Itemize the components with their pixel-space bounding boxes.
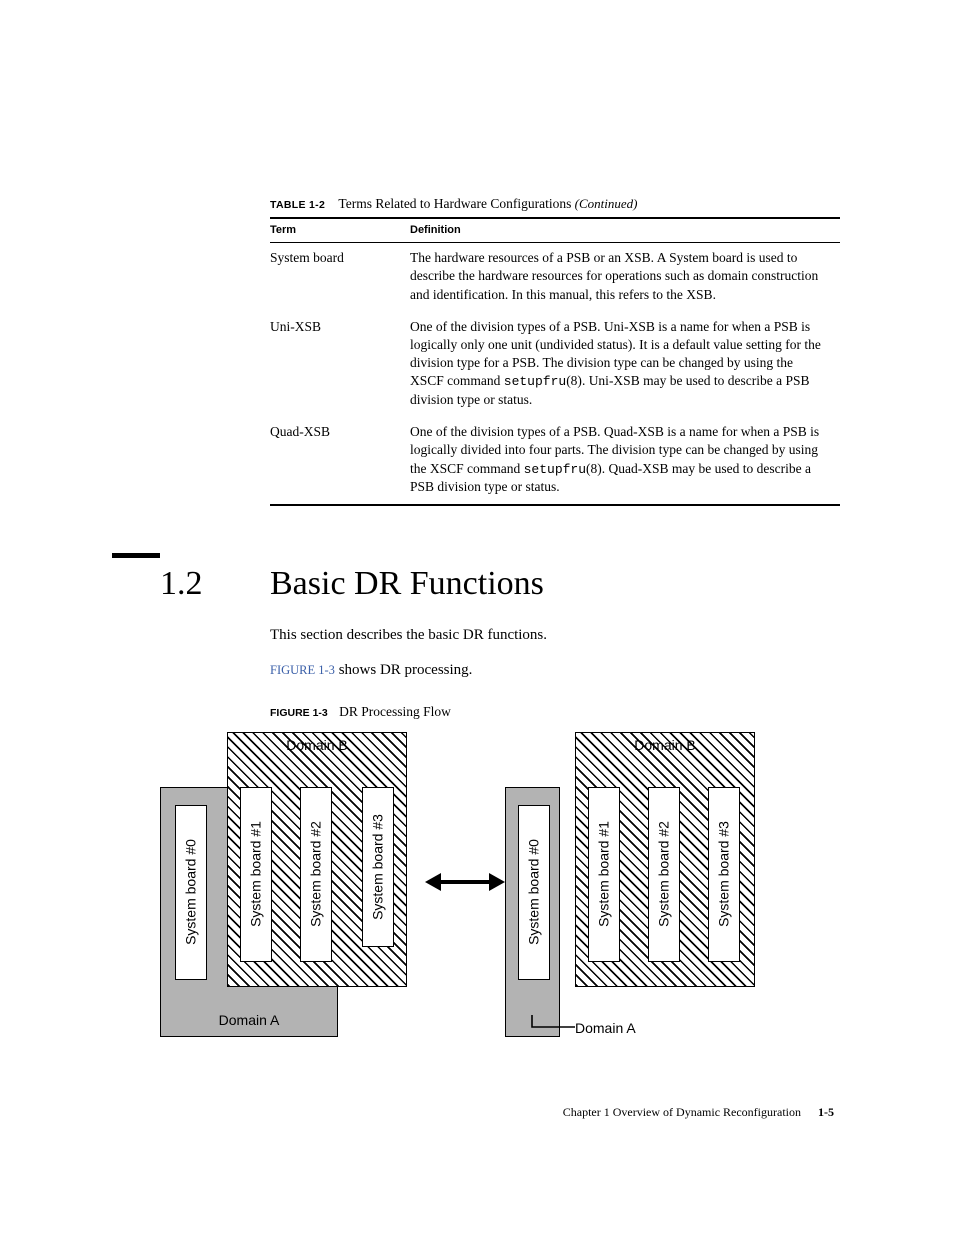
sb-label: System board #0 xyxy=(525,840,544,946)
domain-b-label-left: Domain B xyxy=(227,736,407,755)
term-cell: System board xyxy=(270,243,410,312)
section-intro: This section describes the basic DR func… xyxy=(270,625,840,645)
page-footer: Chapter 1 Overview of Dynamic Reconfigur… xyxy=(563,1104,834,1120)
chapter-label: Chapter 1 Overview of Dynamic Reconfigur… xyxy=(563,1105,801,1119)
sb-label: System board #3 xyxy=(369,814,388,920)
sb-label: System board #2 xyxy=(307,822,326,928)
table-row: Quad-XSB One of the division types of a … xyxy=(270,417,840,505)
domain-b-label-right: Domain B xyxy=(575,736,755,755)
figure-label: FIGURE 1-3 xyxy=(270,707,328,719)
table-row: Uni-XSB One of the division types of a P… xyxy=(270,312,840,417)
term-cell: Uni-XSB xyxy=(270,312,410,417)
system-board-0-left: System board #0 xyxy=(175,805,207,980)
system-board-2-left: System board #2 xyxy=(300,787,332,962)
sb-label: System board #0 xyxy=(182,840,201,946)
def-cell: One of the division types of a PSB. Quad… xyxy=(410,417,840,505)
system-board-3-right: System board #3 xyxy=(708,787,740,962)
page-number: 1-5 xyxy=(818,1105,834,1119)
link-tail: shows DR processing. xyxy=(335,662,473,678)
sb-label: System board #1 xyxy=(595,822,614,928)
system-board-1-left: System board #1 xyxy=(240,787,272,962)
definitions-table: Term Definition System board The hardwar… xyxy=(270,217,840,506)
figure-caption: FIGURE 1-3 DR Processing Flow xyxy=(270,703,834,721)
def-arg: (8) xyxy=(586,461,602,476)
section-heading: 1.2 Basic DR Functions xyxy=(160,561,834,607)
figure-link[interactable]: FIGURE 1-3 xyxy=(270,663,335,677)
system-board-0-right: System board #0 xyxy=(518,805,550,980)
section-link-line: FIGURE 1-3 shows DR processing. xyxy=(270,660,840,680)
def-cmd: setupfru xyxy=(504,374,566,389)
table-row: System board The hardware resources of a… xyxy=(270,243,840,312)
col-term: Term xyxy=(270,218,410,242)
bidirectional-arrow-icon xyxy=(425,867,505,897)
table-caption: TABLE 1-2 Terms Related to Hardware Conf… xyxy=(270,195,834,213)
section-title: Basic DR Functions xyxy=(270,561,544,607)
sb-label: System board #1 xyxy=(247,822,266,928)
col-definition: Definition xyxy=(410,218,840,242)
def-cell: The hardware resources of a PSB or an XS… xyxy=(410,243,840,312)
sb-label: System board #2 xyxy=(655,822,674,928)
def-cell: One of the division types of a PSB. Uni-… xyxy=(410,312,840,417)
table-label: TABLE 1-2 xyxy=(270,199,325,211)
system-board-3-left: System board #3 xyxy=(362,787,394,947)
domain-a-connector xyxy=(505,1015,580,1040)
def-cmd: setupfru xyxy=(524,462,586,477)
sb-label: System board #3 xyxy=(715,822,734,928)
system-board-1-right: System board #1 xyxy=(588,787,620,962)
system-board-2-right: System board #2 xyxy=(648,787,680,962)
figure-title: DR Processing Flow xyxy=(339,704,451,719)
def-arg: (8) xyxy=(566,373,582,388)
term-cell: Quad-XSB xyxy=(270,417,410,505)
figure-diagram: Domain A Domain B System board #0 System… xyxy=(160,727,840,1057)
section-number: 1.2 xyxy=(160,561,270,607)
table-title: Terms Related to Hardware Configurations xyxy=(338,196,571,211)
domain-a-label-left: Domain A xyxy=(161,1011,337,1030)
table-continued: (Continued) xyxy=(575,196,638,211)
